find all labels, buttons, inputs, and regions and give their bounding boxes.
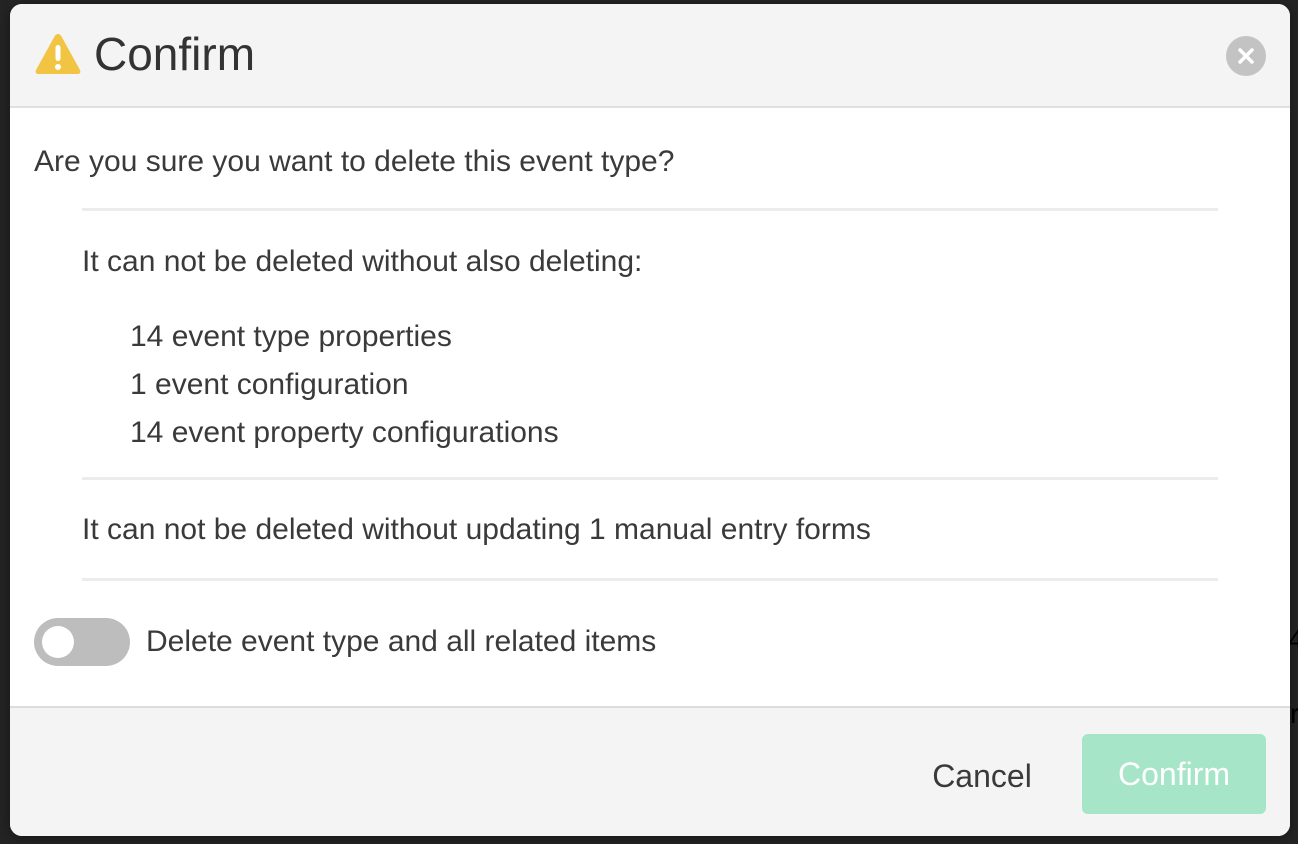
list-item: 14 event type properties	[130, 320, 452, 353]
divider	[82, 578, 1218, 581]
dialog-title: Confirm	[94, 28, 256, 80]
background-text-fragment: r	[1290, 698, 1298, 729]
delete-all-toggle[interactable]	[34, 618, 130, 666]
toggle-knob	[42, 626, 74, 658]
divider	[82, 208, 1218, 211]
divider	[82, 477, 1218, 480]
dialog-footer: Cancel Confirm	[10, 706, 1290, 836]
toggle-label: Delete event type and all related items	[146, 625, 657, 658]
dependencies-intro: It can not be deleted without also delet…	[82, 245, 643, 278]
list-item: 1 event configuration	[130, 368, 409, 401]
warning-icon	[34, 32, 82, 76]
confirm-button[interactable]: Confirm	[1082, 734, 1266, 814]
close-button[interactable]	[1226, 36, 1266, 76]
dialog-header: Confirm	[10, 4, 1290, 108]
confirm-question: Are you sure you want to delete this eve…	[34, 145, 675, 178]
dialog-body: Are you sure you want to delete this eve…	[10, 108, 1290, 708]
list-item: 14 event property configurations	[130, 416, 559, 449]
dependencies-list: 14 event type properties 1 event configu…	[130, 313, 559, 457]
close-icon	[1238, 48, 1254, 64]
forms-notice: It can not be deleted without updating 1…	[82, 513, 871, 546]
cancel-button[interactable]: Cancel	[914, 736, 1050, 816]
confirm-dialog: Confirm Are you sure you want to delete …	[10, 4, 1290, 836]
